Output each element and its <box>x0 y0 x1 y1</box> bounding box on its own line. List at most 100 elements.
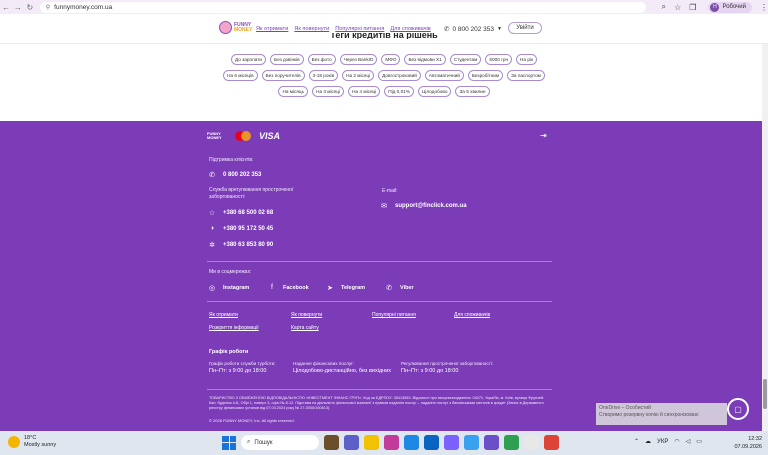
site-footer: FUNNY MONEY VISA ⇥ Підтримка клієнтів: ✆… <box>0 121 768 431</box>
wifi-icon[interactable]: ◠ <box>674 438 679 445</box>
tag-chip[interactable]: 5000 грн <box>485 54 513 65</box>
language-indicator[interactable]: УКР <box>657 439 668 445</box>
app-icon[interactable] <box>444 435 459 450</box>
footer-link-faq[interactable]: Популярні питання <box>372 312 416 318</box>
onedrive-notification[interactable]: OneDrive – Особистий Створимо резервну к… <box>596 403 727 425</box>
volume-icon[interactable]: ◁ <box>686 438 691 445</box>
zoom-icon[interactable]: ⌕ <box>662 2 666 12</box>
page-scrollbar[interactable] <box>762 44 768 431</box>
outlook-icon[interactable] <box>424 435 439 450</box>
tag-chip[interactable]: На 4 місяці <box>348 86 381 97</box>
app-icon[interactable] <box>504 435 519 450</box>
social-instagram[interactable]: ◎ Instagram <box>208 284 249 292</box>
taskbar-apps: ⌕ Пошук <box>222 435 559 450</box>
taskbar-clock[interactable]: 12:32 07.09.2026 <box>730 435 762 451</box>
footer-link-how-to-repay[interactable]: Як повернути <box>291 312 322 318</box>
file-explorer-icon[interactable] <box>364 435 379 450</box>
mastercard-icon <box>235 131 251 141</box>
nav-link-how-to-get[interactable]: Як отримати <box>256 26 288 32</box>
header-phone-number: 0 800 202 353 <box>452 25 495 33</box>
support-phone-link[interactable]: ✆ 0 800 202 353 <box>208 171 261 179</box>
social-viber[interactable]: ✆ Viber <box>385 284 414 292</box>
header-phone[interactable]: ✆ 0 800 202 353 ▼ <box>444 25 502 34</box>
tag-chip[interactable]: На 2 місяці <box>342 70 375 81</box>
system-tray: ⌃ ☁ УКР ◠ ◁ ▭ <box>634 438 702 446</box>
tag-chip[interactable]: Без поручителів <box>261 70 305 81</box>
logout-icon[interactable]: ⇥ <box>540 131 547 140</box>
chrome-icon[interactable] <box>544 435 559 450</box>
scrollbar-thumb[interactable] <box>763 379 767 409</box>
kyivstar-icon: ☆ <box>208 210 216 217</box>
weather-widget[interactable]: 18°C Mostly sunny <box>8 435 56 449</box>
chevron-up-icon[interactable]: ⌃ <box>634 438 639 445</box>
footer-link-sitemap[interactable]: Карта сайту <box>291 325 319 331</box>
tag-chip[interactable]: Студентам <box>449 54 482 65</box>
social-viber-label: Viber <box>400 285 414 291</box>
nav-link-how-to-repay[interactable]: Як повернути <box>294 26 329 32</box>
facebook-icon: f <box>271 284 273 291</box>
debt-phone-link[interactable]: ✲ +380 63 853 80 90 <box>208 241 273 249</box>
footer-link-consumers[interactable]: Для споживачів <box>454 312 490 318</box>
footer-link-how-to-get[interactable]: Як отримати <box>209 312 238 318</box>
footer-divider <box>207 389 552 390</box>
tag-chip[interactable]: Цілодобово <box>417 86 452 97</box>
tag-chip[interactable]: За паспортом <box>507 70 545 81</box>
site-info-icon[interactable]: ⚲ <box>46 4 50 11</box>
social-label: Ми в соцмережах: <box>209 269 252 275</box>
chat-button[interactable]: ▢ <box>727 398 749 420</box>
tag-chip[interactable]: Через BankID <box>339 54 378 65</box>
tag-chip[interactable]: До зарплати <box>230 54 267 65</box>
phone-icon: ✆ <box>209 172 215 179</box>
app-icon[interactable] <box>524 435 539 450</box>
tag-chip[interactable]: Без дзвінків <box>270 54 304 65</box>
bookmark-star-icon[interactable]: ☆ <box>674 3 681 12</box>
windows-start-icon[interactable] <box>222 435 236 450</box>
debt-phone-link[interactable]: ◑ +380 95 172 50 45 <box>208 225 273 232</box>
footer-link-disclosure[interactable]: Розкриття інформації <box>209 325 259 331</box>
address-bar[interactable]: ⚲ funnymoney.com.ua <box>39 1 646 13</box>
email-link[interactable]: ✉ support@finclick.com.ua <box>380 202 466 210</box>
menu-dots-icon[interactable]: ⋮ <box>760 3 768 12</box>
tag-chip[interactable]: Під 0,01% <box>384 86 414 97</box>
forward-icon[interactable]: → <box>12 3 24 12</box>
chevron-down-icon: ▼ <box>497 26 502 32</box>
sun-icon <box>8 436 20 448</box>
debt-phone-link[interactable]: ☆ +380 68 500 02 68 <box>208 209 273 217</box>
back-icon[interactable]: ← <box>0 3 12 12</box>
tag-chip[interactable]: 3-18 років <box>308 70 339 81</box>
social-telegram[interactable]: ➤ Telegram <box>326 284 365 292</box>
task-view-icon[interactable] <box>324 435 339 450</box>
nav-link-faq[interactable]: Популярні питання <box>335 26 384 32</box>
tag-chip[interactable]: Автоматичний <box>424 70 464 81</box>
social-facebook[interactable]: f Facebook <box>268 284 309 291</box>
payment-logos: FUNNY MONEY VISA <box>207 131 280 141</box>
schedule-care-value: Пн–Пт: з 9:00 до 18:00 <box>209 368 267 374</box>
tag-chip[interactable]: За 5 хвилин <box>455 86 490 97</box>
tag-chip[interactable]: МФО <box>381 54 401 65</box>
tag-chip[interactable]: Безробітним <box>467 70 504 81</box>
tag-chip[interactable]: На місяць <box>278 86 309 97</box>
profile-button[interactable]: Н Робочий <box>708 1 753 13</box>
extensions-icon[interactable]: ❒ <box>689 3 696 12</box>
tag-chip[interactable]: Без фото <box>307 54 336 65</box>
social-instagram-label: Instagram <box>223 285 250 291</box>
copilot-icon[interactable] <box>384 435 399 450</box>
battery-icon[interactable]: ▭ <box>696 438 702 445</box>
taskbar-search[interactable]: ⌕ Пошук <box>241 435 319 450</box>
tag-chip[interactable]: На рік <box>516 54 538 65</box>
edge-icon[interactable] <box>404 435 419 450</box>
tag-chip[interactable]: Без відмови Х1 <box>404 54 446 65</box>
reload-icon[interactable]: ↻ <box>24 3 36 12</box>
footer-divider <box>207 261 552 262</box>
chat-icon: ▢ <box>734 404 742 414</box>
app-icon[interactable] <box>464 435 479 450</box>
tag-chip[interactable]: Довгостроковий <box>378 70 421 81</box>
tag-chip[interactable]: На 6 місяців <box>223 70 258 81</box>
onedrive-icon[interactable]: ☁ <box>645 438 651 445</box>
footer-divider <box>207 301 552 302</box>
schedule-debt-value: Пн–Пт: з 9:00 до 18:00 <box>401 368 459 374</box>
teams-icon[interactable] <box>344 435 359 450</box>
app-icon[interactable] <box>484 435 499 450</box>
nav-link-consumers[interactable]: Для споживачів <box>390 26 430 32</box>
tag-chip[interactable]: На 3 місяці <box>312 86 345 97</box>
